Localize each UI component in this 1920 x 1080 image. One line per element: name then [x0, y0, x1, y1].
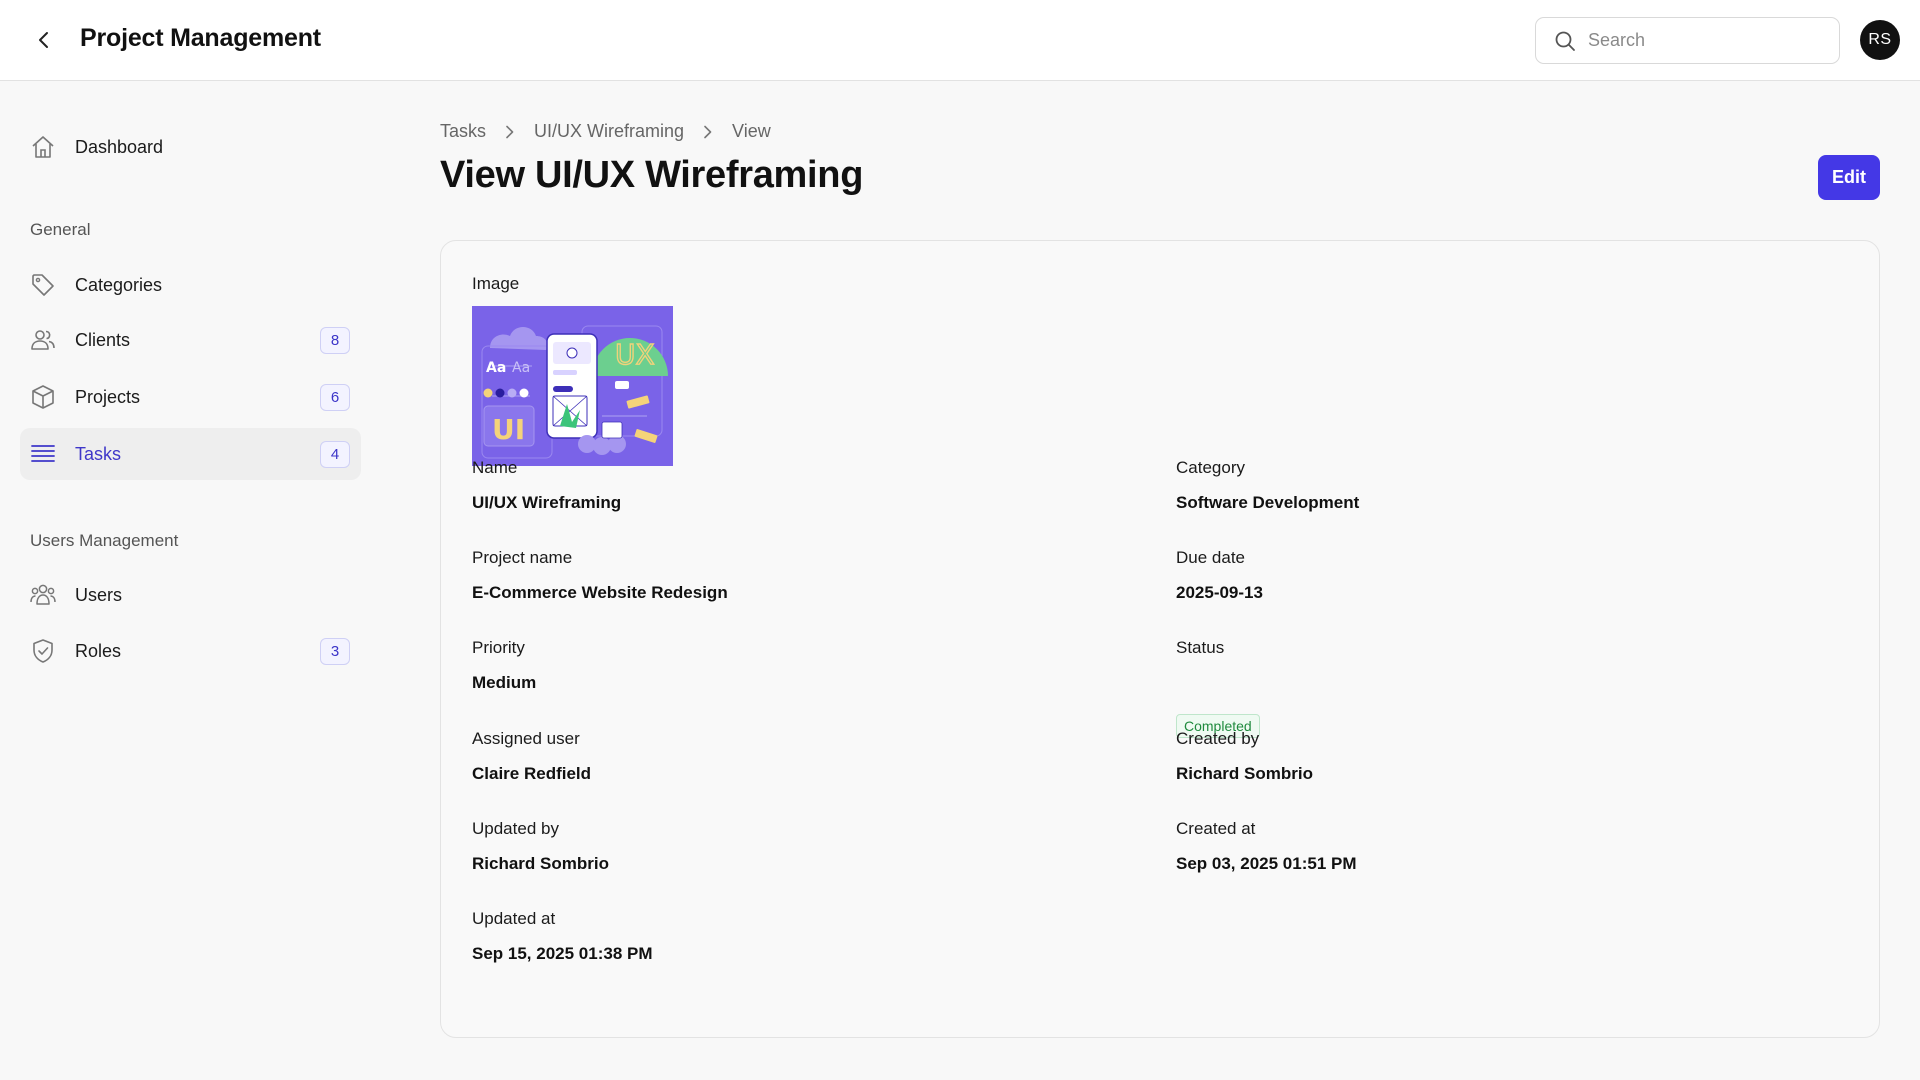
breadcrumb: Tasks UI/UX Wireframing View: [440, 121, 771, 142]
created-by-value: Richard Sombrio: [1176, 764, 1313, 783]
name-value: UI/UX Wireframing: [472, 493, 622, 512]
sidebar-item-label: Users: [75, 584, 123, 605]
name-label: Name: [472, 458, 518, 477]
assigned-user-value: Claire Redfield: [472, 764, 592, 783]
top-bar: Project Management RS: [0, 0, 1920, 81]
project-name-label: Project name: [472, 548, 573, 567]
category-label: Category: [1176, 458, 1245, 477]
sidebar-item-label: Dashboard: [75, 136, 164, 157]
created-by-label: Created by: [1176, 729, 1260, 748]
count-badge: 8: [320, 327, 350, 354]
app-title: Project Management: [80, 24, 321, 52]
chevron-right-icon: [504, 125, 516, 139]
list-icon: [31, 445, 55, 462]
search-icon: [1555, 31, 1575, 51]
sidebar-item-projects[interactable]: Projects 6: [20, 371, 361, 423]
task-image: UX Aa Aa UI: [472, 306, 673, 466]
breadcrumb-current: View: [732, 121, 771, 141]
sidebar-item-roles[interactable]: Roles 3: [20, 625, 361, 677]
created-at-label: Created at: [1176, 819, 1256, 838]
created-at-value: Sep 03, 2025 01:51 PM: [1176, 854, 1357, 873]
image-label: Image: [472, 274, 520, 293]
sidebar-item-label: Categories: [75, 274, 163, 295]
shield-check-icon: [33, 639, 53, 663]
avatar[interactable]: RS: [1860, 20, 1900, 60]
breadcrumb-task[interactable]: UI/UX Wireframing: [534, 121, 684, 142]
breadcrumb-tasks[interactable]: Tasks: [440, 121, 486, 142]
updated-at-label: Updated at: [472, 909, 556, 928]
sidebar-item-dashboard[interactable]: Dashboard: [20, 121, 361, 173]
count-badge: 3: [320, 638, 350, 665]
users-icon: [31, 330, 55, 350]
sidebar-item-label: Roles: [75, 640, 122, 661]
home-icon: [32, 136, 54, 158]
sidebar-item-clients[interactable]: Clients 8: [20, 314, 361, 366]
due-date-label: Due date: [1176, 548, 1245, 567]
illustration-ui-text: UI: [492, 413, 525, 446]
illustration-aa-bold: Aa: [486, 360, 506, 376]
chevron-right-icon: [702, 125, 714, 139]
project-name-value: E-Commerce Website Redesign: [472, 583, 728, 602]
illustration-aa-light: Aa: [512, 360, 530, 376]
section-heading-general: General: [30, 220, 91, 239]
illustration-ux-text: UX: [615, 338, 655, 371]
sidebar-item-tasks[interactable]: Tasks 4: [20, 428, 361, 480]
assigned-user-label: Assigned user: [472, 729, 580, 748]
sidebar-item-label: Projects: [75, 386, 141, 407]
back-button[interactable]: [28, 24, 60, 56]
sidebar-item-label: Tasks: [75, 443, 122, 464]
chevron-left-icon: [39, 32, 48, 48]
updated-by-label: Updated by: [472, 819, 559, 838]
edit-button[interactable]: Edit: [1818, 155, 1880, 200]
section-heading-users-management: Users Management: [30, 531, 179, 550]
sidebar-item-label: Clients: [75, 329, 131, 350]
page-title: View UI/UX Wireframing: [440, 154, 864, 196]
cube-icon: [32, 385, 54, 409]
category-value: Software Development: [1176, 493, 1360, 512]
group-icon: [30, 584, 56, 605]
due-date-value: 2025-09-13: [1176, 583, 1263, 602]
count-badge: 6: [320, 384, 350, 411]
search-input[interactable]: [1588, 30, 1818, 51]
updated-by-value: Richard Sombrio: [472, 854, 609, 873]
search-box[interactable]: [1535, 17, 1840, 64]
status-label: Status: [1176, 638, 1225, 657]
count-badge: 4: [320, 441, 350, 468]
priority-value: Medium: [472, 673, 537, 692]
updated-at-value: Sep 15, 2025 01:38 PM: [472, 944, 653, 963]
sidebar-item-categories[interactable]: Categories: [20, 259, 361, 311]
priority-label: Priority: [472, 638, 525, 657]
task-details-card: Image UX Aa Aa UI Name UI/UX Wireframing…: [440, 240, 1880, 1038]
tag-icon: [32, 274, 54, 296]
sidebar-item-users[interactable]: Users: [20, 569, 361, 621]
